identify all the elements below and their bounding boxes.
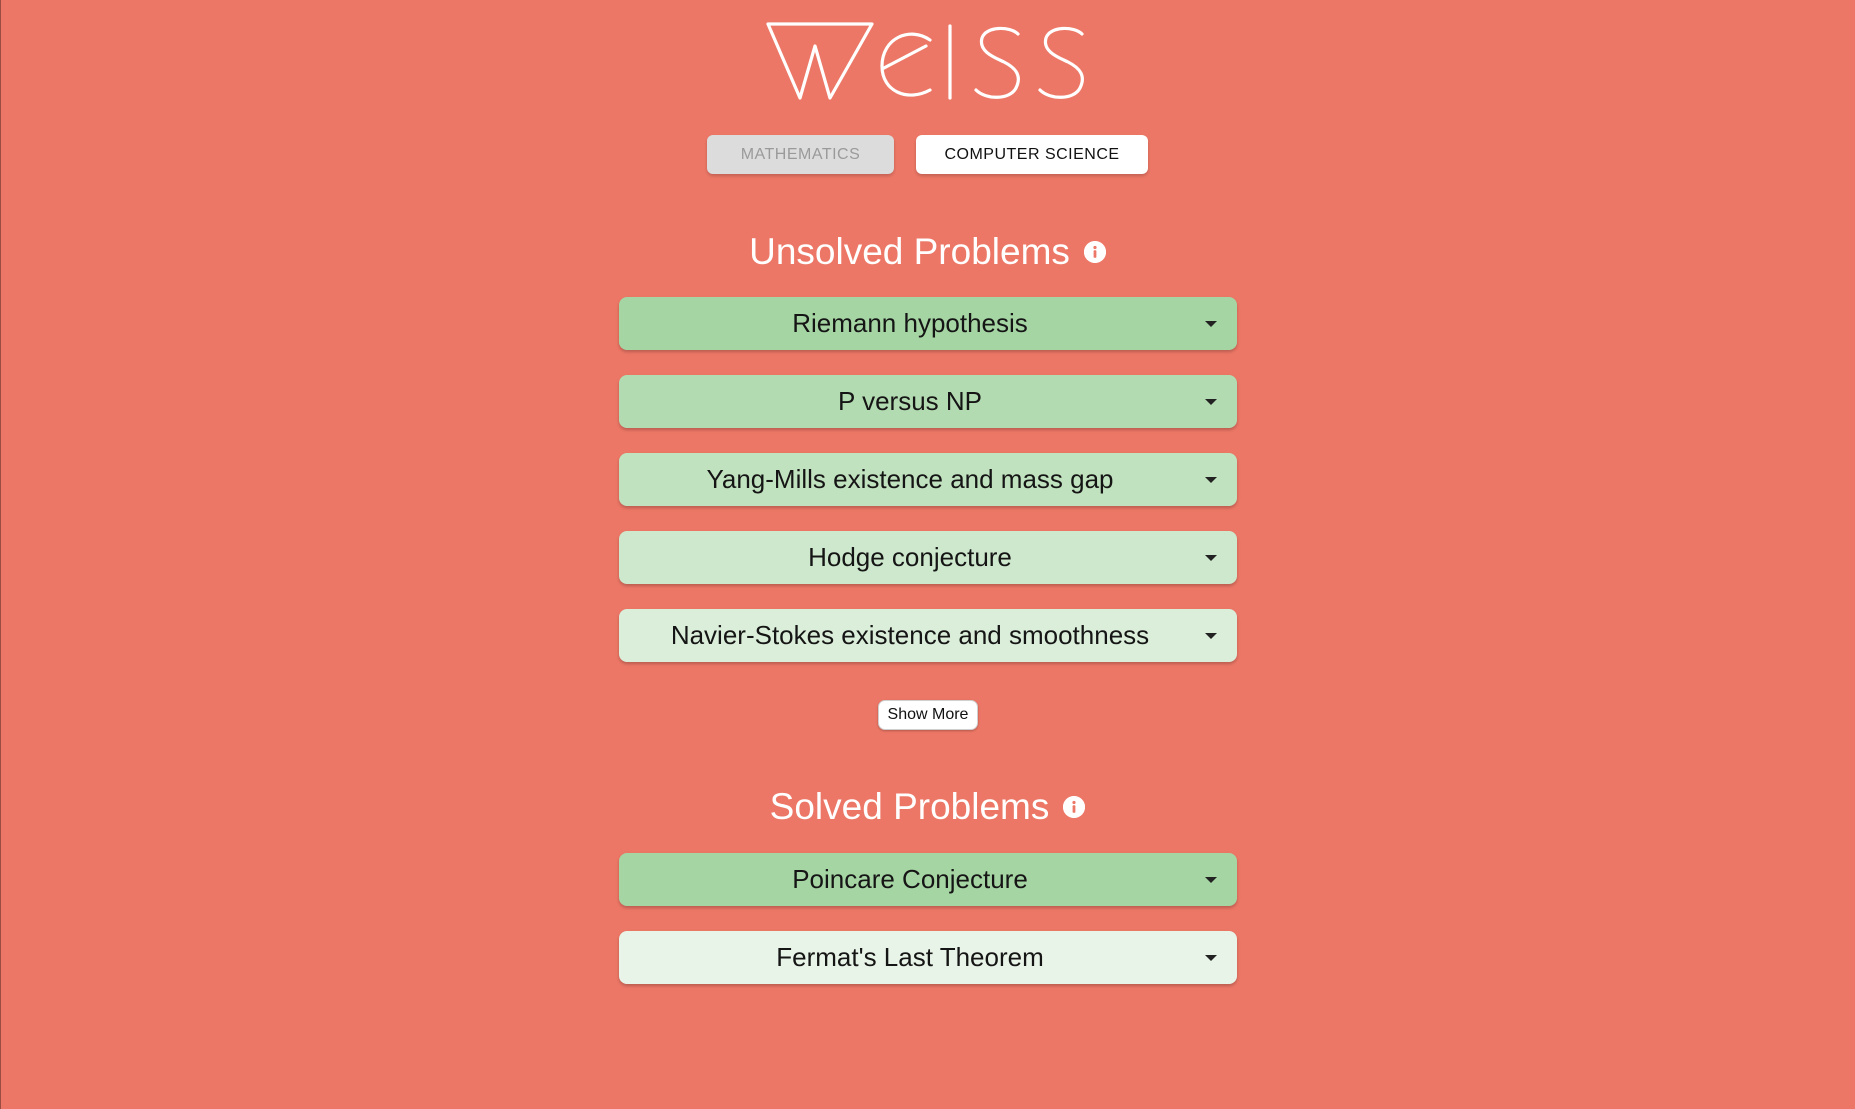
problem-label: Navier-Stokes existence and smoothness bbox=[670, 620, 1150, 650]
info-icon[interactable] bbox=[1063, 796, 1086, 818]
problem-dropdown[interactable]: P versus NP bbox=[619, 375, 1237, 428]
problem-dropdown[interactable]: Poincare Conjecture bbox=[619, 853, 1237, 906]
problem-dropdown[interactable]: Fermat's Last Theorem bbox=[619, 931, 1237, 984]
problem-label: P versus NP bbox=[837, 386, 982, 416]
solved-section-heading: Solved Problems bbox=[0, 783, 1855, 831]
tab-mathematics[interactable]: Mathematics bbox=[707, 135, 894, 174]
caret-down-icon bbox=[1205, 954, 1217, 961]
problem-label: Riemann hypothesis bbox=[792, 308, 1028, 338]
caret-down-icon bbox=[1205, 320, 1217, 327]
caret-down-icon bbox=[1205, 876, 1217, 883]
problem-dropdown[interactable]: Navier-Stokes existence and smoothness bbox=[619, 609, 1237, 662]
unsolved-title: Unsolved Problems bbox=[749, 231, 1070, 272]
caret-down-icon bbox=[1205, 554, 1217, 561]
problem-dropdown[interactable]: Yang-Mills existence and mass gap bbox=[619, 453, 1237, 506]
caret-down-icon bbox=[1205, 398, 1217, 405]
show-more-button[interactable]: Show More bbox=[878, 700, 978, 730]
tab-computer-science[interactable]: Computer Science bbox=[916, 135, 1148, 174]
weiss-logo bbox=[760, 18, 1090, 104]
problem-label: Fermat's Last Theorem bbox=[776, 942, 1044, 972]
problem-dropdown[interactable]: Riemann hypothesis bbox=[619, 297, 1237, 350]
caret-down-icon bbox=[1205, 632, 1217, 639]
info-icon[interactable] bbox=[1083, 241, 1106, 263]
unsolved-section-heading: Unsolved Problems bbox=[0, 228, 1855, 276]
caret-down-icon bbox=[1205, 476, 1217, 483]
subject-tabs: Mathematics Computer Science bbox=[0, 135, 1855, 174]
problem-label: Hodge conjecture bbox=[808, 542, 1012, 572]
problem-dropdown[interactable]: Hodge conjecture bbox=[619, 531, 1237, 584]
problem-label: Yang-Mills existence and mass gap bbox=[706, 464, 1114, 494]
solved-title: Solved Problems bbox=[769, 786, 1050, 827]
problem-label: Poincare Conjecture bbox=[792, 864, 1028, 894]
page: Mathematics Computer Science Unsolved Pr… bbox=[0, 0, 1855, 1109]
